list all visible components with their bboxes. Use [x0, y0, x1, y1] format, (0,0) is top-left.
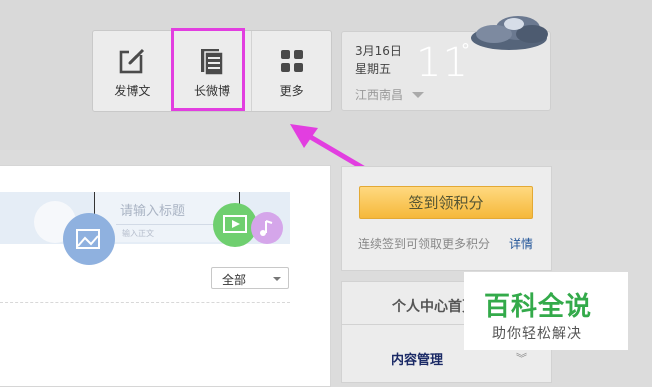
chevron-down-icon [273, 277, 281, 281]
signin-button[interactable]: 签到领积分 [359, 186, 533, 219]
feed-panel: 请输入标题 输入正文 全部 [0, 165, 331, 387]
weather-weekday: 星期五 [355, 62, 392, 76]
signin-note: 连续签到可领取更多积分 [358, 237, 491, 251]
feed-filter-select[interactable]: 全部 [211, 267, 289, 289]
note-glyph-icon [260, 220, 273, 236]
weather-date: 3月16日 [355, 44, 402, 58]
more-label: 更多 [279, 83, 304, 98]
title-input[interactable]: 请输入标题 [120, 200, 185, 219]
long-post-label: 长微博 [194, 83, 231, 98]
long-post-icon [201, 48, 224, 76]
edit-icon [120, 48, 146, 73]
image-icon[interactable] [63, 213, 115, 265]
feed-divider [0, 302, 290, 303]
music-icon[interactable] [251, 212, 283, 244]
weather-city[interactable]: 江西南昌 [355, 86, 403, 103]
compose-post-button[interactable]: 发博文 [93, 31, 172, 111]
grid-icon [280, 49, 303, 72]
city-dropdown-caret-icon[interactable] [412, 92, 424, 98]
content-management-item[interactable]: 内容管理 [391, 349, 443, 368]
picture-glyph-icon [76, 229, 100, 249]
watermark-logo: 百科全说 助你轻松解决 [464, 272, 628, 350]
more-button[interactable]: 更多 [251, 31, 331, 111]
feed-filter-value: 全部 [222, 273, 247, 287]
expand-chevron-icon[interactable]: ︾ [516, 350, 527, 366]
body-input[interactable]: 输入正文 [122, 228, 154, 239]
watermark-title: 百科全说 [484, 292, 593, 322]
compose-post-label: 发博文 [114, 83, 151, 98]
signin-details-link[interactable]: 详情 [509, 235, 533, 252]
post-toolbar: 发博文 长微博 更多 [92, 28, 332, 112]
watermark-subtitle: 助你轻松解决 [492, 326, 582, 342]
cloud-icon [471, 16, 548, 50]
long-post-button[interactable]: 长微博 [170, 28, 252, 111]
signin-card: 签到领积分 连续签到可领取更多积分 详情 [341, 166, 552, 271]
